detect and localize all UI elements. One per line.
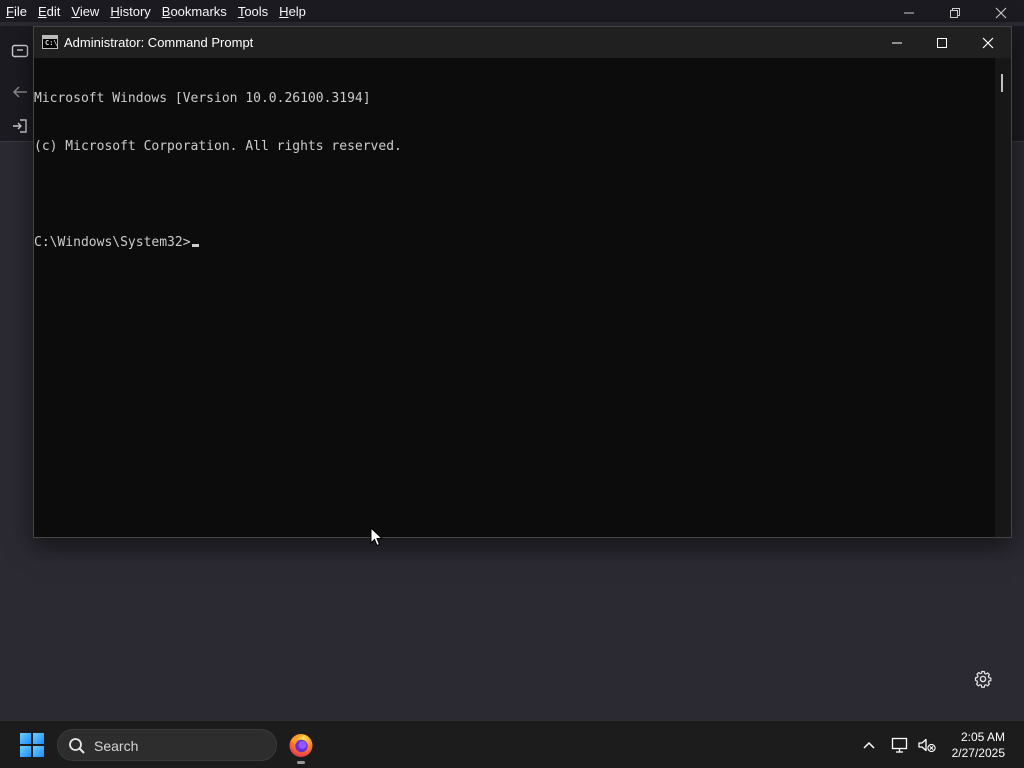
console-prompt-line[interactable]: C:\Windows\System32>	[34, 235, 995, 251]
menu-history[interactable]: History	[110, 4, 150, 19]
search-icon	[69, 738, 85, 754]
firefox-close-button[interactable]	[978, 0, 1024, 26]
back-arrow-icon[interactable]	[10, 82, 30, 102]
minimize-icon	[904, 12, 914, 14]
console-line: Microsoft Windows [Version 10.0.26100.31…	[34, 91, 371, 106]
firefox-minimize-button[interactable]	[886, 0, 932, 26]
cmd-window-title: Administrator: Command Prompt	[64, 35, 254, 50]
windows-taskbar: Search 2:05 AM 2/27/2025	[0, 720, 1024, 768]
scrollbar-thumb[interactable]	[1001, 74, 1003, 92]
network-icon[interactable]	[890, 735, 910, 755]
firefox-restore-button[interactable]	[932, 0, 978, 26]
windows-logo-icon[interactable]	[20, 733, 44, 757]
cmd-console-output[interactable]: Microsoft Windows [Version 10.0.26100.31…	[34, 58, 995, 537]
mouse-pointer-icon	[370, 527, 384, 547]
chevron-up-icon[interactable]	[859, 735, 879, 755]
menu-bookmarks[interactable]: Bookmarks	[162, 4, 227, 19]
firefox-taskbar-button[interactable]	[288, 732, 314, 758]
console-prompt: C:\Windows\System32>	[34, 235, 191, 250]
gear-icon[interactable]	[972, 668, 994, 690]
command-prompt-icon: C:\	[42, 35, 58, 49]
search-label: Search	[94, 738, 139, 754]
command-prompt-window[interactable]: C:\ Administrator: Command Prompt Micros…	[33, 26, 1012, 538]
cmd-maximize-button[interactable]	[919, 27, 965, 58]
sign-in-icon[interactable]	[10, 116, 30, 136]
menu-tools[interactable]: Tools	[238, 4, 268, 19]
tab-overview-icon[interactable]	[10, 40, 30, 60]
menu-view[interactable]: View	[71, 4, 99, 19]
close-icon	[995, 7, 1007, 19]
cmd-titlebar[interactable]: C:\ Administrator: Command Prompt	[34, 27, 1011, 58]
clock-time: 2:05 AM	[960, 730, 1005, 744]
system-clock[interactable]: 2:05 AM 2/27/2025	[952, 729, 1005, 761]
firefox-icon	[289, 734, 313, 757]
restore-icon	[950, 8, 960, 18]
cmd-close-button[interactable]	[965, 27, 1011, 58]
firefox-menubar: File Edit View History Bookmarks Tools H…	[0, 0, 1024, 22]
taskbar-search-box[interactable]: Search	[57, 729, 277, 761]
cmd-scrollbar[interactable]	[995, 58, 1011, 537]
menu-file[interactable]: File	[6, 4, 27, 19]
minimize-icon	[892, 42, 902, 43]
cmd-minimize-button[interactable]	[874, 27, 920, 58]
volume-muted-icon[interactable]	[917, 735, 937, 755]
running-indicator	[297, 761, 305, 764]
text-cursor	[191, 244, 199, 247]
menu-edit[interactable]: Edit	[38, 4, 60, 19]
menu-help[interactable]: Help	[279, 4, 306, 19]
clock-date: 2/27/2025	[951, 746, 1005, 760]
maximize-icon	[937, 37, 947, 48]
close-icon	[982, 37, 994, 48]
console-line: (c) Microsoft Corporation. All rights re…	[34, 139, 402, 154]
